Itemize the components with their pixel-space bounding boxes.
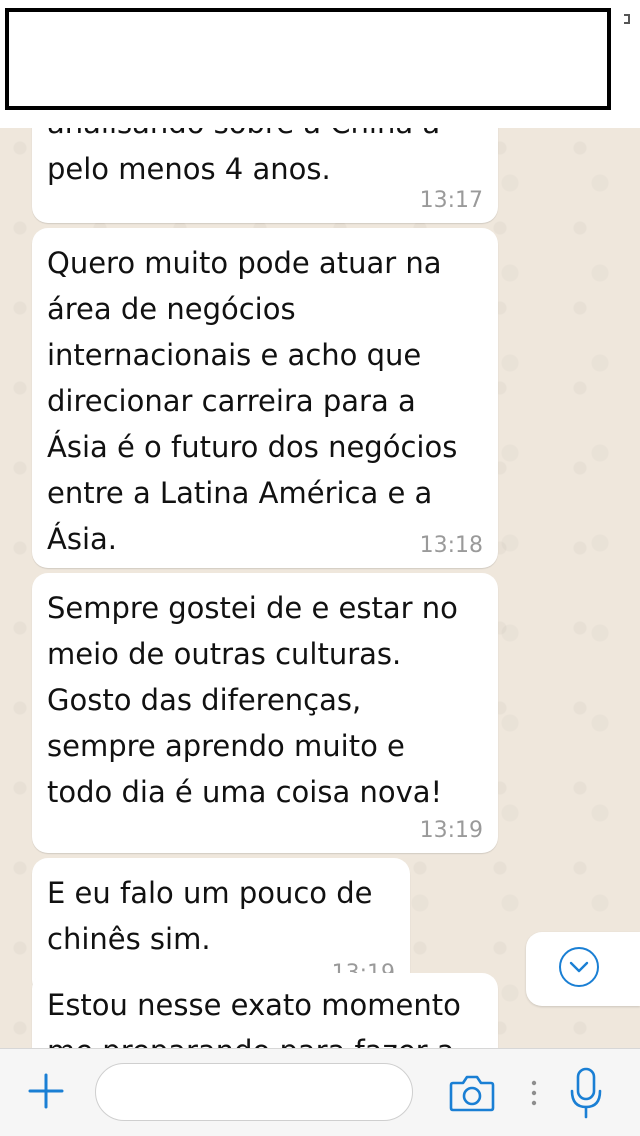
message-bubble[interactable]: Quero muito pode atuar na área de negóci… <box>32 228 498 568</box>
redacted-header <box>0 0 640 128</box>
message-text: E eu falo um pouco de chinês sim. <box>47 876 373 956</box>
message-timestamp: 13:17 <box>419 188 483 213</box>
scroll-down-button[interactable] <box>526 932 640 1006</box>
plus-icon[interactable] <box>26 1071 66 1111</box>
message-timestamp: 13:18 <box>419 533 483 558</box>
message-bubble[interactable]: Estou nesse exato momento me preparando … <box>32 973 498 1048</box>
more-options-icon[interactable] <box>531 1079 537 1107</box>
microphone-icon[interactable] <box>568 1067 604 1119</box>
camera-icon[interactable] <box>448 1073 496 1113</box>
message-input-bar <box>0 1048 640 1136</box>
message-bubble[interactable]: analisando sobre a China a pelo menos 4 … <box>32 128 498 223</box>
message-text: Quero muito pode atuar na área de negóci… <box>47 246 458 556</box>
chevron-down-icon <box>559 947 599 987</box>
redaction-box <box>5 8 611 110</box>
battery-icon <box>624 14 630 24</box>
message-text: analisando sobre a China a pelo menos 4 … <box>47 128 440 186</box>
message-timestamp: 13:19 <box>419 818 483 843</box>
message-bubble[interactable]: Sempre gostei de e estar no meio de outr… <box>32 573 498 853</box>
message-text: Estou nesse exato momento me preparando … <box>47 988 461 1048</box>
message-text: Sempre gostei de e estar no meio de outr… <box>47 591 458 809</box>
chat-area[interactable]: analisando sobre a China a pelo menos 4 … <box>0 128 640 1048</box>
message-input[interactable] <box>95 1063 413 1121</box>
